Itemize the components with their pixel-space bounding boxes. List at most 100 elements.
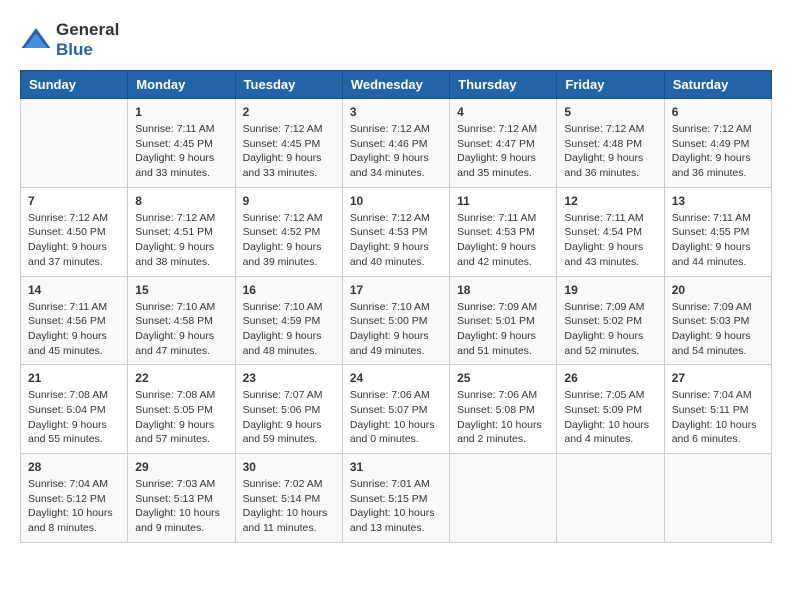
day-info: Sunrise: 7:12 AM Sunset: 4:47 PM Dayligh…	[457, 122, 549, 181]
day-number: 12	[564, 194, 656, 208]
day-header-friday: Friday	[557, 71, 664, 99]
calendar-cell: 25 Sunrise: 7:06 AM Sunset: 5:08 PM Dayli…	[450, 365, 557, 454]
calendar-cell: 14Sunrise: 7:11 AM Sunset: 4:56 PM Dayli…	[21, 276, 128, 365]
calendar-cell: 26 Sunrise: 7:05 AM Sunset: 5:09 PM Dayli…	[557, 365, 664, 454]
day-info: Sunrise: 7:01 AM Sunset: 5:15 PM Dayligh…	[350, 477, 442, 536]
calendar-cell: 5 Sunrise: 7:12 AM Sunset: 4:48 PM Daylig…	[557, 99, 664, 188]
calendar-cell: 21Sunrise: 7:08 AM Sunset: 5:04 PM Dayli…	[21, 365, 128, 454]
day-number: 19	[564, 283, 656, 297]
calendar-cell: 12 Sunrise: 7:11 AM Sunset: 4:54 PM Dayli…	[557, 187, 664, 276]
day-info: Sunrise: 7:06 AM Sunset: 5:07 PM Dayligh…	[350, 388, 442, 447]
calendar-cell	[664, 454, 771, 543]
calendar-cell: 30 Sunrise: 7:02 AM Sunset: 5:14 PM Dayli…	[235, 454, 342, 543]
day-number: 25	[457, 371, 549, 385]
calendar-table: SundayMondayTuesdayWednesdayThursdayFrid…	[20, 70, 772, 543]
day-info: Sunrise: 7:08 AM Sunset: 5:04 PM Dayligh…	[28, 388, 120, 447]
day-number: 7	[28, 194, 120, 208]
calendar-cell: 10 Sunrise: 7:12 AM Sunset: 4:53 PM Dayli…	[342, 187, 449, 276]
day-number: 1	[135, 105, 227, 119]
day-info: Sunrise: 7:03 AM Sunset: 5:13 PM Dayligh…	[135, 477, 227, 536]
day-number: 11	[457, 194, 549, 208]
calendar-cell	[557, 454, 664, 543]
week-row-5: 28 Sunrise: 7:04 AM Sunset: 5:12 PM Dayli…	[21, 454, 772, 543]
day-number: 8	[135, 194, 227, 208]
calendar-cell: 18 Sunrise: 7:09 AM Sunset: 5:01 PM Dayli…	[450, 276, 557, 365]
day-number: 30	[243, 460, 335, 474]
day-number: 27	[672, 371, 764, 385]
day-number: 4	[457, 105, 549, 119]
day-info: Sunrise: 7:11 AM Sunset: 4:45 PM Dayligh…	[135, 122, 227, 181]
day-number: 26	[564, 371, 656, 385]
day-number: 13	[672, 194, 764, 208]
calendar-cell: 3 Sunrise: 7:12 AM Sunset: 4:46 PM Daylig…	[342, 99, 449, 188]
logo-text: General Blue	[56, 20, 119, 60]
day-info: Sunrise: 7:11 AM Sunset: 4:55 PM Dayligh…	[672, 211, 764, 270]
day-header-sunday: Sunday	[21, 71, 128, 99]
day-number: 18	[457, 283, 549, 297]
calendar-cell: 24 Sunrise: 7:06 AM Sunset: 5:07 PM Dayli…	[342, 365, 449, 454]
day-info: Sunrise: 7:11 AM Sunset: 4:53 PM Dayligh…	[457, 211, 549, 270]
week-row-4: 21Sunrise: 7:08 AM Sunset: 5:04 PM Dayli…	[21, 365, 772, 454]
day-info: Sunrise: 7:12 AM Sunset: 4:48 PM Dayligh…	[564, 122, 656, 181]
week-row-2: 7 Sunrise: 7:12 AM Sunset: 4:50 PM Daylig…	[21, 187, 772, 276]
day-info: Sunrise: 7:06 AM Sunset: 5:08 PM Dayligh…	[457, 388, 549, 447]
day-info: Sunrise: 7:11 AM Sunset: 4:54 PM Dayligh…	[564, 211, 656, 270]
day-info: Sunrise: 7:09 AM Sunset: 5:01 PM Dayligh…	[457, 300, 549, 359]
day-info: Sunrise: 7:10 AM Sunset: 4:59 PM Dayligh…	[243, 300, 335, 359]
day-info: Sunrise: 7:12 AM Sunset: 4:53 PM Dayligh…	[350, 211, 442, 270]
day-info: Sunrise: 7:09 AM Sunset: 5:02 PM Dayligh…	[564, 300, 656, 359]
day-header-wednesday: Wednesday	[342, 71, 449, 99]
day-info: Sunrise: 7:12 AM Sunset: 4:46 PM Dayligh…	[350, 122, 442, 181]
week-row-1: 1 Sunrise: 7:11 AM Sunset: 4:45 PM Daylig…	[21, 99, 772, 188]
day-info: Sunrise: 7:09 AM Sunset: 5:03 PM Dayligh…	[672, 300, 764, 359]
calendar-cell: 11 Sunrise: 7:11 AM Sunset: 4:53 PM Dayli…	[450, 187, 557, 276]
page-header: General Blue	[20, 20, 772, 60]
calendar-cell: 7 Sunrise: 7:12 AM Sunset: 4:50 PM Daylig…	[21, 187, 128, 276]
day-info: Sunrise: 7:10 AM Sunset: 4:58 PM Dayligh…	[135, 300, 227, 359]
calendar-cell: 4 Sunrise: 7:12 AM Sunset: 4:47 PM Daylig…	[450, 99, 557, 188]
day-info: Sunrise: 7:12 AM Sunset: 4:51 PM Dayligh…	[135, 211, 227, 270]
day-number: 2	[243, 105, 335, 119]
day-number: 3	[350, 105, 442, 119]
day-info: Sunrise: 7:07 AM Sunset: 5:06 PM Dayligh…	[243, 388, 335, 447]
day-number: 24	[350, 371, 442, 385]
calendar-cell: 27Sunrise: 7:04 AM Sunset: 5:11 PM Dayli…	[664, 365, 771, 454]
calendar-cell: 9Sunrise: 7:12 AM Sunset: 4:52 PM Daylig…	[235, 187, 342, 276]
day-number: 28	[28, 460, 120, 474]
calendar-header-row: SundayMondayTuesdayWednesdayThursdayFrid…	[21, 71, 772, 99]
day-number: 5	[564, 105, 656, 119]
day-info: Sunrise: 7:05 AM Sunset: 5:09 PM Dayligh…	[564, 388, 656, 447]
day-header-thursday: Thursday	[450, 71, 557, 99]
day-number: 14	[28, 283, 120, 297]
calendar-cell: 31 Sunrise: 7:01 AM Sunset: 5:15 PM Dayli…	[342, 454, 449, 543]
day-info: Sunrise: 7:12 AM Sunset: 4:49 PM Dayligh…	[672, 122, 764, 181]
calendar-cell: 20Sunrise: 7:09 AM Sunset: 5:03 PM Dayli…	[664, 276, 771, 365]
day-number: 10	[350, 194, 442, 208]
day-number: 6	[672, 105, 764, 119]
day-number: 29	[135, 460, 227, 474]
calendar-cell: 8 Sunrise: 7:12 AM Sunset: 4:51 PM Daylig…	[128, 187, 235, 276]
day-number: 9	[243, 194, 335, 208]
logo-icon	[20, 24, 52, 56]
calendar-cell: 15 Sunrise: 7:10 AM Sunset: 4:58 PM Dayli…	[128, 276, 235, 365]
day-number: 31	[350, 460, 442, 474]
day-info: Sunrise: 7:02 AM Sunset: 5:14 PM Dayligh…	[243, 477, 335, 536]
calendar-cell: 22 Sunrise: 7:08 AM Sunset: 5:05 PM Dayli…	[128, 365, 235, 454]
calendar-cell: 16 Sunrise: 7:10 AM Sunset: 4:59 PM Dayli…	[235, 276, 342, 365]
calendar-cell: 6 Sunrise: 7:12 AM Sunset: 4:49 PM Daylig…	[664, 99, 771, 188]
calendar-cell: 17Sunrise: 7:10 AM Sunset: 5:00 PM Dayli…	[342, 276, 449, 365]
day-info: Sunrise: 7:12 AM Sunset: 4:50 PM Dayligh…	[28, 211, 120, 270]
calendar-cell	[21, 99, 128, 188]
week-row-3: 14Sunrise: 7:11 AM Sunset: 4:56 PM Dayli…	[21, 276, 772, 365]
calendar-cell	[450, 454, 557, 543]
calendar-cell: 23Sunrise: 7:07 AM Sunset: 5:06 PM Dayli…	[235, 365, 342, 454]
day-number: 22	[135, 371, 227, 385]
calendar-cell: 28 Sunrise: 7:04 AM Sunset: 5:12 PM Dayli…	[21, 454, 128, 543]
day-header-saturday: Saturday	[664, 71, 771, 99]
day-info: Sunrise: 7:04 AM Sunset: 5:12 PM Dayligh…	[28, 477, 120, 536]
calendar-cell: 2Sunrise: 7:12 AM Sunset: 4:45 PM Daylig…	[235, 99, 342, 188]
day-number: 16	[243, 283, 335, 297]
day-number: 15	[135, 283, 227, 297]
day-info: Sunrise: 7:08 AM Sunset: 5:05 PM Dayligh…	[135, 388, 227, 447]
logo: General Blue	[20, 20, 119, 60]
